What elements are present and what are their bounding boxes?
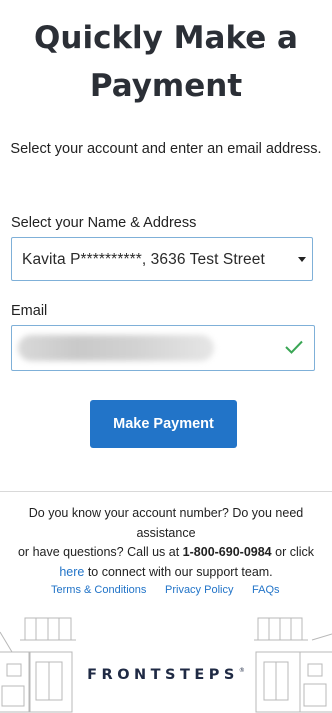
email-label: Email <box>11 303 48 319</box>
divider <box>0 491 332 492</box>
chevron-down-icon <box>298 257 306 262</box>
terms-link[interactable]: Terms & Conditions <box>51 584 146 596</box>
page-title-line1: Quickly Make a <box>34 20 298 56</box>
frontsteps-logo: FRONTSTEPS® <box>0 667 332 683</box>
name-address-select[interactable]: Kavita P**********, 3636 Test Street <box>11 237 313 281</box>
name-address-value: Kavita P**********, 3636 Test Street <box>22 251 265 268</box>
building-illustration-right <box>254 617 332 713</box>
page-title: Quickly Make a Payment <box>0 14 332 110</box>
privacy-link[interactable]: Privacy Policy <box>165 584 233 596</box>
support-phone: 1-800-690-0984 <box>182 545 272 559</box>
registered-mark: ® <box>238 667 245 674</box>
help-line-3: here to connect with our support team. <box>0 563 332 583</box>
make-payment-button[interactable]: Make Payment <box>90 400 237 448</box>
support-here-link[interactable]: here <box>59 565 84 579</box>
help-line-2-prefix: or have questions? Call us at <box>17 545 183 559</box>
help-text: Do you know your account number? Do you … <box>0 504 332 582</box>
page-subtitle: Select your account and enter an email a… <box>10 141 322 157</box>
help-line-1: Do you know your account number? Do you … <box>28 506 304 540</box>
building-illustration-left <box>0 617 76 713</box>
page-title-line2: Payment <box>89 68 243 104</box>
help-line-2: or have questions? Call us at 1-800-690-… <box>0 543 332 563</box>
blurred-email-value <box>18 335 214 361</box>
checkmark-icon <box>285 340 303 354</box>
name-address-label: Select your Name & Address <box>11 215 197 231</box>
help-line-2-suffix: or click <box>271 545 315 559</box>
faqs-link[interactable]: FAQs <box>252 584 280 596</box>
help-line-3-suffix: to connect with our support team. <box>84 564 273 579</box>
logo-text: FRONTSTEPS <box>87 667 239 683</box>
email-field[interactable] <box>11 325 315 371</box>
